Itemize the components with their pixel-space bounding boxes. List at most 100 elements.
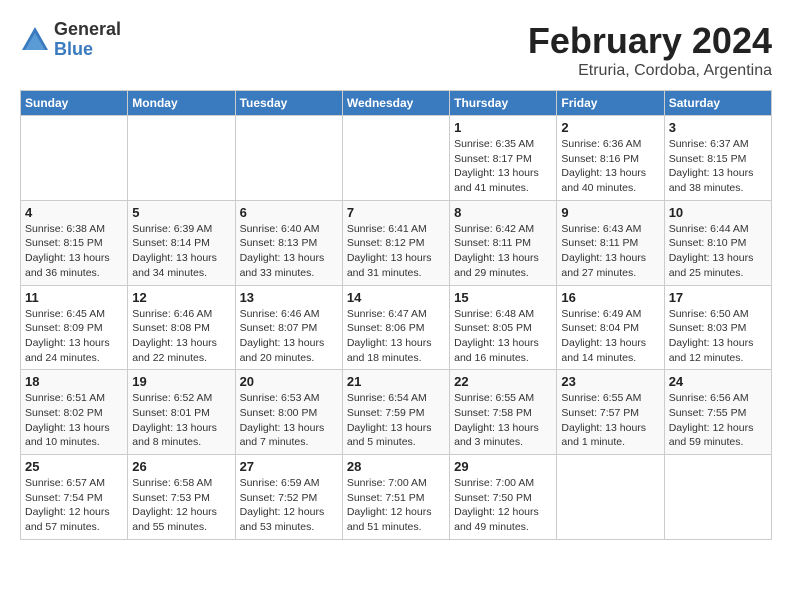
day-number: 2 xyxy=(561,120,659,135)
calendar-cell: 17 Sunrise: 6:50 AMSunset: 8:03 PMDayligh… xyxy=(664,285,771,370)
day-number: 16 xyxy=(561,290,659,305)
day-number: 23 xyxy=(561,374,659,389)
calendar-week-row: 18Sunrise: 6:51 AMSunset: 8:02 PMDayligh… xyxy=(21,370,772,455)
calendar-cell: 18Sunrise: 6:51 AMSunset: 8:02 PMDayligh… xyxy=(21,370,128,455)
day-info: Sunrise: 6:37 AMSunset: 8:15 PMDaylight:… xyxy=(669,137,767,196)
calendar-cell: 29 Sunrise: 7:00 AMSunset: 7:50 PMDayligh… xyxy=(450,455,557,540)
day-number: 12 xyxy=(132,290,230,305)
day-info: Sunrise: 6:48 AMSunset: 8:05 PMDaylight:… xyxy=(454,307,552,366)
day-number: 13 xyxy=(240,290,338,305)
calendar-cell: 22 Sunrise: 6:55 AMSunset: 7:58 PMDayligh… xyxy=(450,370,557,455)
calendar-cell: 27Sunrise: 6:59 AMSunset: 7:52 PMDayligh… xyxy=(235,455,342,540)
logo-general-text: General xyxy=(54,20,121,40)
calendar-cell xyxy=(235,116,342,201)
calendar-cell: 11Sunrise: 6:45 AMSunset: 8:09 PMDayligh… xyxy=(21,285,128,370)
calendar-cell: 7 Sunrise: 6:41 AMSunset: 8:12 PMDaylight… xyxy=(342,200,449,285)
day-number: 17 xyxy=(669,290,767,305)
calendar-cell: 5 Sunrise: 6:39 AMSunset: 8:14 PMDaylight… xyxy=(128,200,235,285)
weekday-header-sunday: Sunday xyxy=(21,91,128,116)
day-number: 7 xyxy=(347,205,445,220)
day-info: Sunrise: 6:45 AMSunset: 8:09 PMDaylight:… xyxy=(25,307,123,366)
weekday-header-monday: Monday xyxy=(128,91,235,116)
day-number: 1 xyxy=(454,120,552,135)
calendar-cell: 14 Sunrise: 6:47 AMSunset: 8:06 PMDayligh… xyxy=(342,285,449,370)
day-info: Sunrise: 6:53 AMSunset: 8:00 PMDaylight:… xyxy=(240,391,338,450)
day-number: 15 xyxy=(454,290,552,305)
calendar-week-row: 1Sunrise: 6:35 AMSunset: 8:17 PMDaylight… xyxy=(21,116,772,201)
day-info: Sunrise: 6:59 AMSunset: 7:52 PMDaylight:… xyxy=(240,476,338,535)
day-number: 18 xyxy=(25,374,123,389)
day-number: 3 xyxy=(669,120,767,135)
calendar-cell: 8 Sunrise: 6:42 AMSunset: 8:11 PMDaylight… xyxy=(450,200,557,285)
day-info: Sunrise: 6:42 AMSunset: 8:11 PMDaylight:… xyxy=(454,222,552,281)
weekday-header-friday: Friday xyxy=(557,91,664,116)
weekday-header-tuesday: Tuesday xyxy=(235,91,342,116)
day-info: Sunrise: 6:38 AMSunset: 8:15 PMDaylight:… xyxy=(25,222,123,281)
day-info: Sunrise: 7:00 AMSunset: 7:51 PMDaylight:… xyxy=(347,476,445,535)
calendar-cell: 15 Sunrise: 6:48 AMSunset: 8:05 PMDayligh… xyxy=(450,285,557,370)
calendar-cell xyxy=(21,116,128,201)
day-number: 24 xyxy=(669,374,767,389)
calendar-cell: 10Sunrise: 6:44 AMSunset: 8:10 PMDayligh… xyxy=(664,200,771,285)
calendar-cell: 21 Sunrise: 6:54 AMSunset: 7:59 PMDayligh… xyxy=(342,370,449,455)
calendar-cell: 6Sunrise: 6:40 AMSunset: 8:13 PMDaylight… xyxy=(235,200,342,285)
calendar-cell: 9 Sunrise: 6:43 AMSunset: 8:11 PMDaylight… xyxy=(557,200,664,285)
calendar-table: SundayMondayTuesdayWednesdayThursdayFrid… xyxy=(20,90,772,540)
day-info: Sunrise: 6:41 AMSunset: 8:12 PMDaylight:… xyxy=(347,222,445,281)
day-info: Sunrise: 6:55 AMSunset: 7:57 PMDaylight:… xyxy=(561,391,659,450)
calendar-cell: 28 Sunrise: 7:00 AMSunset: 7:51 PMDayligh… xyxy=(342,455,449,540)
calendar-week-row: 4 Sunrise: 6:38 AMSunset: 8:15 PMDaylight… xyxy=(21,200,772,285)
day-number: 28 xyxy=(347,459,445,474)
calendar-subtitle: Etruria, Cordoba, Argentina xyxy=(528,62,772,80)
day-number: 26 xyxy=(132,459,230,474)
day-number: 9 xyxy=(561,205,659,220)
day-info: Sunrise: 6:50 AMSunset: 8:03 PMDaylight:… xyxy=(669,307,767,366)
calendar-cell: 25 Sunrise: 6:57 AMSunset: 7:54 PMDayligh… xyxy=(21,455,128,540)
day-info: Sunrise: 6:46 AMSunset: 8:07 PMDaylight:… xyxy=(240,307,338,366)
calendar-cell: 3 Sunrise: 6:37 AMSunset: 8:15 PMDaylight… xyxy=(664,116,771,201)
day-info: Sunrise: 6:47 AMSunset: 8:06 PMDaylight:… xyxy=(347,307,445,366)
calendar-cell: 1Sunrise: 6:35 AMSunset: 8:17 PMDaylight… xyxy=(450,116,557,201)
calendar-cell: 4 Sunrise: 6:38 AMSunset: 8:15 PMDaylight… xyxy=(21,200,128,285)
calendar-cell xyxy=(664,455,771,540)
day-info: Sunrise: 6:54 AMSunset: 7:59 PMDaylight:… xyxy=(347,391,445,450)
calendar-cell: 16Sunrise: 6:49 AMSunset: 8:04 PMDayligh… xyxy=(557,285,664,370)
logo-icon xyxy=(20,25,50,55)
title-section: February 2024 Etruria, Cordoba, Argentin… xyxy=(528,20,772,80)
day-number: 29 xyxy=(454,459,552,474)
day-info: Sunrise: 6:55 AMSunset: 7:58 PMDaylight:… xyxy=(454,391,552,450)
calendar-title: February 2024 xyxy=(528,20,772,62)
day-info: Sunrise: 6:43 AMSunset: 8:11 PMDaylight:… xyxy=(561,222,659,281)
calendar-cell: 24Sunrise: 6:56 AMSunset: 7:55 PMDayligh… xyxy=(664,370,771,455)
logo-blue-text: Blue xyxy=(54,40,121,60)
calendar-cell: 2 Sunrise: 6:36 AMSunset: 8:16 PMDaylight… xyxy=(557,116,664,201)
day-number: 8 xyxy=(454,205,552,220)
day-number: 6 xyxy=(240,205,338,220)
weekday-header-wednesday: Wednesday xyxy=(342,91,449,116)
logo: General Blue xyxy=(20,20,121,60)
day-info: Sunrise: 6:57 AMSunset: 7:54 PMDaylight:… xyxy=(25,476,123,535)
day-number: 25 xyxy=(25,459,123,474)
calendar-cell: 12Sunrise: 6:46 AMSunset: 8:08 PMDayligh… xyxy=(128,285,235,370)
calendar-cell: 20 Sunrise: 6:53 AMSunset: 8:00 PMDayligh… xyxy=(235,370,342,455)
page-header: General Blue February 2024 Etruria, Cord… xyxy=(20,20,772,80)
calendar-cell: 13 Sunrise: 6:46 AMSunset: 8:07 PMDayligh… xyxy=(235,285,342,370)
day-number: 19 xyxy=(132,374,230,389)
calendar-cell xyxy=(557,455,664,540)
calendar-cell xyxy=(128,116,235,201)
day-number: 5 xyxy=(132,205,230,220)
day-number: 21 xyxy=(347,374,445,389)
day-number: 20 xyxy=(240,374,338,389)
day-info: Sunrise: 6:36 AMSunset: 8:16 PMDaylight:… xyxy=(561,137,659,196)
day-number: 14 xyxy=(347,290,445,305)
calendar-cell xyxy=(342,116,449,201)
day-number: 4 xyxy=(25,205,123,220)
calendar-week-row: 25 Sunrise: 6:57 AMSunset: 7:54 PMDayligh… xyxy=(21,455,772,540)
day-info: Sunrise: 6:39 AMSunset: 8:14 PMDaylight:… xyxy=(132,222,230,281)
day-info: Sunrise: 7:00 AMSunset: 7:50 PMDaylight:… xyxy=(454,476,552,535)
weekday-header-saturday: Saturday xyxy=(664,91,771,116)
weekday-header-thursday: Thursday xyxy=(450,91,557,116)
calendar-cell: 26Sunrise: 6:58 AMSunset: 7:53 PMDayligh… xyxy=(128,455,235,540)
weekday-header-row: SundayMondayTuesdayWednesdayThursdayFrid… xyxy=(21,91,772,116)
day-number: 22 xyxy=(454,374,552,389)
